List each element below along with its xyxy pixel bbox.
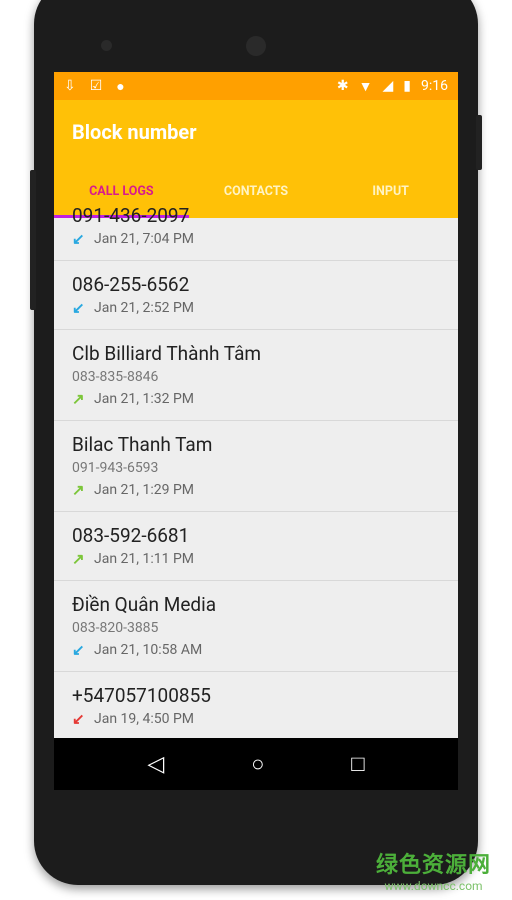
battery-icon: ▮ (403, 78, 411, 94)
list-item[interactable]: 086-255-6562 ↙ Jan 21, 2:52 PM (54, 261, 458, 330)
call-time: Jan 21, 1:11 PM (94, 551, 195, 567)
contact-name: 086-255-6562 (72, 273, 190, 296)
contact-name: Điền Quân Media (72, 593, 217, 616)
contact-name: Clb Billiard Thành Tâm (72, 342, 262, 365)
volume-button (30, 170, 36, 310)
recents-icon[interactable]: □ (351, 751, 364, 777)
contact-name: 083-592-6681 (72, 524, 190, 547)
call-time: Jan 19, 4:50 PM (94, 711, 195, 727)
call-time: Jan 21, 2:52 PM (94, 300, 195, 316)
phone-number: 083-820-3885 (72, 620, 159, 636)
power-button (476, 115, 482, 170)
home-icon[interactable]: ○ (251, 751, 264, 777)
list-item[interactable]: Điền Quân Media 083-820-3885 ↙ Jan 21, 10:5… (54, 581, 458, 672)
clock: 9:16 (421, 78, 448, 94)
android-icon: ● (116, 78, 125, 95)
call-time: Jan 21, 10:58 AM (94, 642, 203, 658)
contact-name: Bilac Thanh Tam (72, 433, 213, 456)
incoming-call-icon: ↙ (72, 641, 85, 659)
missed-call-icon: ↙ (72, 710, 85, 728)
list-item[interactable]: 091-436-2097 ↙ Jan 21, 7:04 PM (54, 192, 458, 261)
navigation-bar: ◁ ○ □ (54, 738, 458, 790)
usb-icon: ⇩ (64, 77, 76, 94)
watermark-cn: 绿色资源网 (376, 853, 492, 878)
watermark-url: www.downcc.com (384, 879, 483, 893)
front-camera (101, 40, 112, 51)
page-title: Block number (72, 120, 197, 144)
wifi-icon: ▼ (358, 78, 373, 95)
contact-name: 091-436-2097 (72, 204, 190, 227)
outgoing-call-icon: ↗ (72, 390, 85, 408)
speaker-grille (246, 36, 266, 56)
call-log-list[interactable]: 091-436-2097 ↙ Jan 21, 7:04 PM 086-255-6562… (54, 204, 458, 741)
phone-number: 083-835-8846 (72, 369, 159, 385)
list-item[interactable]: Bilac Thanh Tam 091-943-6593 ↗ Jan 21, 1:29… (54, 421, 458, 512)
call-time: Jan 21, 7:04 PM (94, 231, 195, 247)
list-item[interactable]: 083-592-6681 ↗ Jan 21, 1:11 PM (54, 512, 458, 581)
notification-icon: ☑ (89, 77, 103, 94)
back-icon[interactable]: ◁ (147, 752, 164, 777)
signal-icon: ◢ (382, 78, 394, 94)
phone-number: 091-943-6593 (72, 460, 159, 476)
incoming-call-icon: ↙ (72, 299, 85, 317)
outgoing-call-icon: ↗ (72, 550, 85, 568)
bluetooth-icon: ✱ (336, 78, 349, 94)
outgoing-call-icon: ↗ (72, 481, 85, 499)
watermark: 绿色资源网 www.downcc.com (376, 847, 491, 893)
incoming-call-icon: ↙ (72, 230, 85, 248)
status-bar: ⇩ ☑ ● ✱ ▼ ◢ ▮ 9:16 (54, 72, 458, 100)
list-item[interactable]: Clb Billiard Thành Tâm 083-835-8846 ↗ Jan 2… (54, 330, 458, 421)
screen: ⇩ ☑ ● ✱ ▼ ◢ ▮ 9:16 Block number CALL LOGS CONT… (54, 72, 458, 790)
call-time: Jan 21, 1:29 PM (94, 482, 195, 498)
list-item[interactable]: +547057100855 ↙ Jan 19, 4:50 PM (54, 672, 458, 741)
contact-name: +547057100855 (72, 684, 211, 707)
call-time: Jan 21, 1:32 PM (94, 391, 195, 407)
